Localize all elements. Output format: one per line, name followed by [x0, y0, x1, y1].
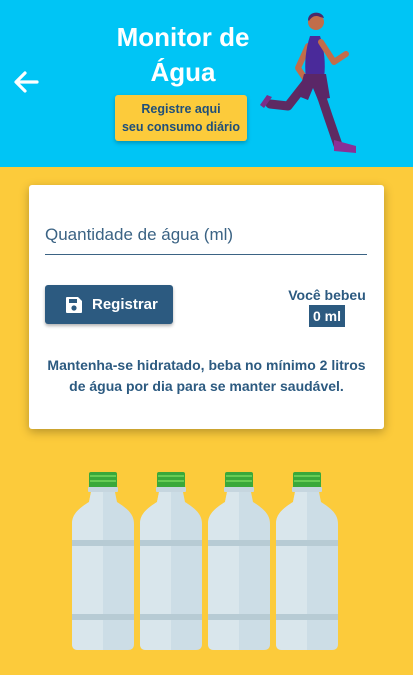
badge-line2: seu consumo diário: [121, 120, 241, 134]
drank-label: Você bebeu: [288, 287, 366, 303]
floppy-disk-icon: [66, 296, 82, 313]
water-bottle-icon: [208, 472, 270, 650]
badge-line1: Registre aqui: [141, 102, 221, 116]
water-card: Registrar Você bebeu 0 ml Mantenha-se hi…: [29, 185, 384, 429]
water-amount-input[interactable]: [45, 215, 367, 255]
water-bottle-icon: [276, 472, 338, 650]
runner-illustration: [260, 12, 356, 153]
arrow-left-icon[interactable]: [12, 68, 40, 96]
register-button[interactable]: Registrar: [45, 285, 173, 324]
drank-summary: Você bebeu 0 ml: [279, 286, 375, 327]
hydration-tip: Mantenha-se hidratado, beba no mínimo 2 …: [47, 357, 366, 394]
page-title: Monitor de Água: [98, 20, 268, 90]
page-title-line2: Água: [150, 57, 216, 87]
water-bottle-icon: [72, 472, 134, 650]
register-button-label: Registrar: [92, 296, 158, 313]
bottles-row: [72, 472, 338, 650]
app-header: Monitor de Água Registre aqui seu consum…: [0, 0, 413, 167]
water-bottle-icon: [140, 472, 202, 650]
page-title-line1: Monitor de: [116, 22, 250, 52]
drank-value: 0 ml: [308, 305, 345, 327]
register-badge: Registre aqui seu consumo diário: [115, 95, 247, 141]
